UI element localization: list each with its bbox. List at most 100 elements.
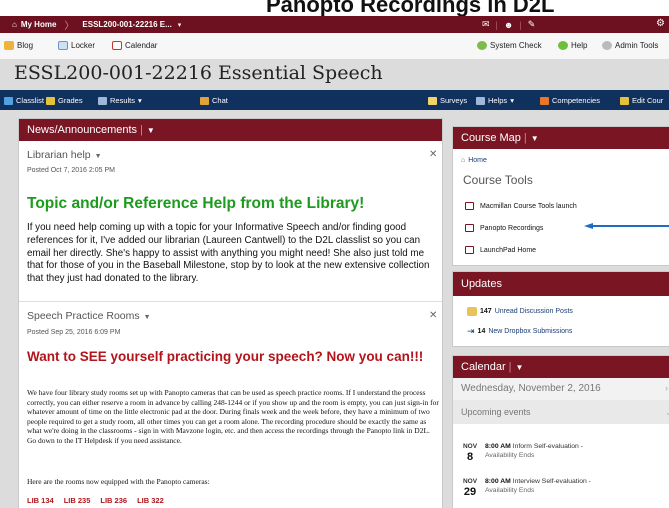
rooms-intro: Here are the rooms now equipped with the… <box>27 477 210 486</box>
home-icon: ⌂ <box>12 20 17 29</box>
grades-label: Grades <box>58 96 83 105</box>
event-title: Inform Self-evaluation - <box>512 443 583 450</box>
blog-link[interactable]: Blog <box>4 41 33 50</box>
event-details: 8:00 AM Interview Self-evaluation - Avai… <box>485 477 591 497</box>
event-date: NOV 29 <box>461 477 479 498</box>
room-link[interactable]: LIB 322 <box>137 496 164 505</box>
updates-panel: Updates 147 Unread Discussion Posts ⇥ 14… <box>452 271 669 347</box>
course-tool-label: LaunchPad Home <box>480 246 537 254</box>
course-home-link[interactable]: ⌂ Home <box>461 157 487 164</box>
home-icon: ⌂ <box>461 157 466 164</box>
calendar-event[interactable]: NOV 29 8:00 AM Interview Self-evaluation… <box>461 477 591 498</box>
event-day: 29 <box>463 486 477 498</box>
chevron-down-icon[interactable]: ▼ <box>147 126 155 135</box>
room-link[interactable]: LIB 236 <box>100 496 127 505</box>
surveys-icon <box>428 96 437 105</box>
close-icon[interactable]: ✕ <box>429 149 437 160</box>
room-link[interactable]: LIB 235 <box>64 496 91 505</box>
chevron-right-icon[interactable]: › <box>665 383 668 393</box>
admin-tools-link[interactable]: Admin Tools <box>602 41 658 50</box>
nav-grades[interactable]: Grades <box>46 96 83 105</box>
helps-label: Helps <box>488 96 508 105</box>
results-icon <box>98 96 107 105</box>
upcoming-events-toggle[interactable]: Upcoming events <box>453 400 669 424</box>
course-tool-label: Panopto Recordings <box>480 224 544 232</box>
gear-icon[interactable]: ⚙ <box>656 18 665 29</box>
classlist-icon <box>4 96 13 105</box>
news-item-posted: Posted Oct 7, 2016 2:05 PM <box>27 167 115 174</box>
classlist-label: Classlist <box>16 96 44 105</box>
news-item-heading: Want to SEE yourself practicing your spe… <box>27 349 424 364</box>
locker-icon <box>58 41 68 50</box>
breadcrumb-separator-icon: 〉 <box>64 21 75 32</box>
chevron-down-icon[interactable]: ▼ <box>144 314 151 321</box>
nav-helps[interactable]: Helps ▾ <box>476 96 514 105</box>
nav-edit-course[interactable]: Edit Cour <box>620 96 663 105</box>
dropbox-icon: ⇥ <box>467 326 475 336</box>
chevron-down-icon[interactable]: ▼ <box>95 153 102 160</box>
divider: | <box>519 19 522 30</box>
subscription-alerts-icon[interactable]: ☻ <box>504 20 513 30</box>
locker-link[interactable]: Locker <box>58 41 95 50</box>
calendar-panel: Calendar | ▼ Wednesday, November 2, 2016… <box>452 355 669 508</box>
updates-header[interactable]: Updates <box>453 272 669 296</box>
grades-icon <box>46 96 55 105</box>
unread-discussion-link[interactable]: 147 Unread Discussion Posts <box>467 307 573 316</box>
course-home-label: Home <box>468 157 487 164</box>
chat-label: Chat <box>212 96 228 105</box>
divider: | <box>495 19 498 30</box>
discussion-icon <box>467 307 477 316</box>
competencies-icon <box>540 96 549 105</box>
callout-arrow-icon <box>584 223 669 229</box>
upcoming-events-label: Upcoming events <box>461 407 531 417</box>
event-subtitle: Availability Ends <box>485 452 535 459</box>
nav-surveys[interactable]: Surveys <box>428 96 467 105</box>
calendar-header[interactable]: Calendar | ▼ <box>453 356 669 378</box>
competencies-label: Competencies <box>552 96 600 105</box>
system-check-link[interactable]: System Check <box>477 41 542 50</box>
course-title: ESSL200-001-22216 Essential Speech <box>14 62 383 84</box>
chevron-down-icon[interactable]: ▾ <box>178 21 182 29</box>
dropbox-submissions-link[interactable]: ⇥ 14 New Dropbox Submissions <box>467 326 572 337</box>
room-link[interactable]: LIB 134 <box>27 496 54 505</box>
nav-chat[interactable]: Chat <box>200 96 228 105</box>
news-item-title[interactable]: Speech Practice Rooms ▼ <box>27 310 151 322</box>
results-label: Results <box>110 96 136 105</box>
my-home-link[interactable]: ⌂ My Home <box>12 20 56 29</box>
updates-header-label: Updates <box>461 278 502 290</box>
news-item-body: We have four library study rooms set up … <box>27 388 439 445</box>
course-map-header[interactable]: Course Map | ▼ <box>453 127 669 149</box>
news-item-body: If you need help coming up with a topic … <box>27 222 430 285</box>
nav-competencies[interactable]: Competencies <box>540 96 600 105</box>
close-icon[interactable]: ✕ <box>429 310 437 321</box>
news-header-label: News/Announcements <box>27 124 138 136</box>
panopto-recordings-link[interactable]: Panopto Recordings <box>465 224 543 232</box>
chevron-down-icon[interactable]: ▼ <box>531 134 539 143</box>
course-tool-link[interactable]: Macmillan Course Tools launch <box>465 202 577 210</box>
course-map-header-label: Course Map <box>461 132 521 144</box>
chat-icon <box>200 96 209 105</box>
news-item-title[interactable]: Librarian help ▼ <box>27 149 102 161</box>
nav-results[interactable]: Results ▾ <box>98 96 142 105</box>
course-selector[interactable]: ESSL200-001-22216 E... <box>82 20 171 29</box>
calendar-event[interactable]: NOV 8 8:00 AM Inform Self-evaluation - A… <box>461 442 583 463</box>
help-link[interactable]: Help <box>558 41 587 50</box>
news-header[interactable]: News/Announcements | ▼ <box>19 119 442 141</box>
launch-icon <box>465 202 474 210</box>
chevron-down-icon[interactable]: ▼ <box>516 363 524 372</box>
chevron-down-icon[interactable]: ⌄ <box>665 407 669 418</box>
course-tools-heading: Course Tools <box>463 173 533 187</box>
message-alerts-icon[interactable]: ✉ <box>482 19 490 30</box>
helps-icon <box>476 96 485 105</box>
course-tool-link[interactable]: LaunchPad Home <box>465 246 536 254</box>
calendar-link[interactable]: Calendar <box>112 41 157 50</box>
locker-label: Locker <box>71 41 96 50</box>
nav-classlist[interactable]: Classlist <box>4 96 44 105</box>
update-alerts-icon[interactable]: ✎ <box>528 19 536 30</box>
chevron-down-icon: ▾ <box>138 96 142 105</box>
calendar-date[interactable]: Wednesday, November 2, 2016 <box>453 378 669 400</box>
my-home-label: My Home <box>20 20 57 29</box>
calendar-label: Calendar <box>125 41 158 50</box>
event-time: 8:00 AM <box>485 478 511 485</box>
calendar-date-label: Wednesday, November 2, 2016 <box>461 383 601 394</box>
